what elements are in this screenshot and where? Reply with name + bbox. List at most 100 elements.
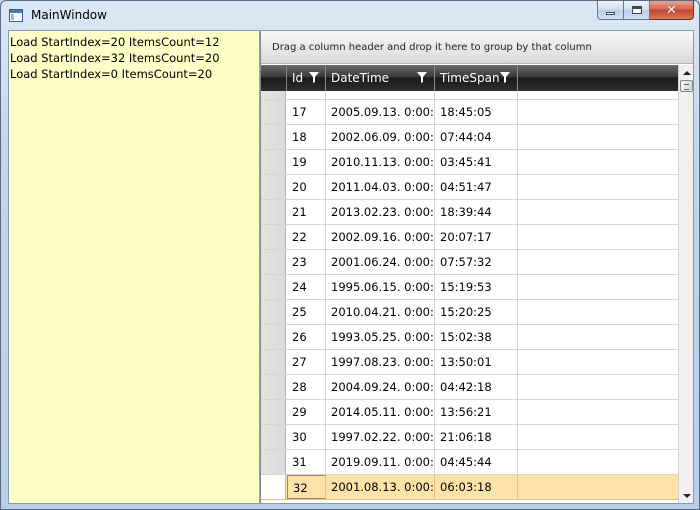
filter-icon[interactable] (309, 72, 319, 83)
row-indicator[interactable] (261, 300, 286, 324)
filter-icon[interactable] (417, 72, 427, 83)
cell-id[interactable]: 19 (287, 150, 326, 174)
scroll-thumb[interactable] (680, 80, 693, 92)
cell-filler[interactable] (518, 325, 678, 349)
cell-timespan[interactable]: 15:20:25 (435, 300, 518, 324)
row-indicator[interactable] (261, 275, 286, 299)
cell-datetime[interactable]: 2010.04.21. 0:00:00 (326, 300, 435, 324)
cell-timespan[interactable]: 15:19:53 (435, 275, 518, 299)
table-row[interactable]: 282004.09.24. 0:00:0004:42:18 (261, 375, 678, 400)
cell-id[interactable]: 17 (287, 100, 326, 124)
row-indicator[interactable] (261, 91, 286, 99)
maximize-button[interactable] (624, 1, 650, 20)
filter-icon[interactable] (500, 72, 510, 83)
table-row-partial[interactable]: 162005.07.11. 0:00:0002:45:12 (261, 91, 678, 100)
cell-timespan[interactable]: 15:02:38 (435, 325, 518, 349)
row-indicator[interactable] (261, 325, 286, 349)
table-row[interactable]: 301997.02.22. 0:00:0021:06:18 (261, 425, 678, 450)
cell-id[interactable]: 29 (287, 400, 326, 424)
cell-id[interactable]: 32 (287, 475, 326, 499)
cell-filler[interactable] (518, 400, 678, 424)
close-button[interactable]: ✕ (650, 1, 694, 20)
row-indicator[interactable] (261, 400, 286, 424)
cell-id[interactable]: 22 (287, 225, 326, 249)
column-header-datetime[interactable]: DateTime (326, 65, 435, 91)
cell-timespan[interactable]: 03:45:41 (435, 150, 518, 174)
cell-datetime[interactable]: 1997.08.23. 0:00:00 (326, 350, 435, 374)
minimize-button[interactable] (597, 1, 624, 20)
cell-id[interactable]: 16 (287, 91, 326, 99)
column-header-id[interactable]: Id (287, 65, 326, 91)
cell-filler[interactable] (518, 125, 678, 149)
cell-datetime[interactable]: 1993.05.25. 0:00:00 (326, 325, 435, 349)
cell-datetime[interactable]: 2004.09.24. 0:00:00 (326, 375, 435, 399)
table-row[interactable]: 241995.06.15. 0:00:0015:19:53 (261, 275, 678, 300)
table-row[interactable]: 232001.06.24. 0:00:0007:57:32 (261, 250, 678, 275)
scroll-down-button[interactable] (679, 488, 694, 503)
cell-filler[interactable] (518, 225, 678, 249)
cell-timespan[interactable]: 21:06:18 (435, 425, 518, 449)
cell-filler[interactable] (518, 91, 678, 99)
cell-id[interactable]: 30 (287, 425, 326, 449)
cell-id[interactable]: 26 (287, 325, 326, 349)
table-row[interactable]: 322001.08.13. 0:00:0006:03:18 (261, 475, 678, 500)
cell-timespan[interactable]: 07:57:32 (435, 250, 518, 274)
table-row[interactable]: 192010.11.13. 0:00:0003:45:41 (261, 150, 678, 175)
cell-filler[interactable] (518, 100, 678, 124)
cell-datetime[interactable]: 2013.02.23. 0:00:00 (326, 200, 435, 224)
cell-id[interactable]: 28 (287, 375, 326, 399)
table-row[interactable]: 222002.09.16. 0:00:0020:07:17 (261, 225, 678, 250)
table-row[interactable]: 172005.09.13. 0:00:0018:45:05 (261, 100, 678, 125)
cell-filler[interactable] (518, 250, 678, 274)
cell-datetime[interactable]: 2005.07.11. 0:00:00 (326, 91, 435, 99)
row-indicator[interactable] (261, 475, 286, 499)
table-row[interactable]: 182002.06.09. 0:00:0007:44:04 (261, 125, 678, 150)
vertical-scrollbar[interactable] (678, 65, 693, 503)
cell-datetime[interactable]: 2002.06.09. 0:00:00 (326, 125, 435, 149)
cell-timespan[interactable]: 06:03:18 (435, 475, 518, 499)
cell-filler[interactable] (518, 275, 678, 299)
cell-id[interactable]: 18 (287, 125, 326, 149)
cell-filler[interactable] (518, 350, 678, 374)
column-header-timespan[interactable]: TimeSpan (435, 65, 518, 91)
row-indicator[interactable] (261, 450, 286, 474)
row-indicator[interactable] (261, 375, 286, 399)
cell-filler[interactable] (518, 475, 678, 499)
cell-timespan[interactable]: 02:45:12 (435, 91, 518, 99)
row-indicator[interactable] (261, 175, 286, 199)
row-indicator[interactable] (261, 425, 286, 449)
cell-datetime[interactable]: 2001.06.24. 0:00:00 (326, 250, 435, 274)
cell-datetime[interactable]: 2005.09.13. 0:00:00 (326, 100, 435, 124)
cell-datetime[interactable]: 2019.09.11. 0:00:00 (326, 450, 435, 474)
cell-filler[interactable] (518, 300, 678, 324)
table-row[interactable]: 252010.04.21. 0:00:0015:20:25 (261, 300, 678, 325)
cell-datetime[interactable]: 1997.02.22. 0:00:00 (326, 425, 435, 449)
cell-timespan[interactable]: 07:44:04 (435, 125, 518, 149)
cell-id[interactable]: 31 (287, 450, 326, 474)
cell-id[interactable]: 27 (287, 350, 326, 374)
cell-filler[interactable] (518, 150, 678, 174)
cell-id[interactable]: 25 (287, 300, 326, 324)
cell-timespan[interactable]: 18:39:44 (435, 200, 518, 224)
table-row[interactable]: 271997.08.23. 0:00:0013:50:01 (261, 350, 678, 375)
cell-timespan[interactable]: 20:07:17 (435, 225, 518, 249)
cell-filler[interactable] (518, 425, 678, 449)
table-row[interactable]: 261993.05.25. 0:00:0015:02:38 (261, 325, 678, 350)
cell-filler[interactable] (518, 375, 678, 399)
group-panel[interactable]: Drag a column header and drop it here to… (261, 31, 693, 64)
row-indicator[interactable] (261, 100, 286, 124)
row-indicator[interactable] (261, 200, 286, 224)
cell-timespan[interactable]: 18:45:05 (435, 100, 518, 124)
cell-id[interactable]: 21 (287, 200, 326, 224)
cell-timespan[interactable]: 13:56:21 (435, 400, 518, 424)
table-row[interactable]: 202011.04.03. 0:00:0004:51:47 (261, 175, 678, 200)
table-row[interactable]: 312019.09.11. 0:00:0004:45:44 (261, 450, 678, 475)
table-row[interactable]: 292014.05.11. 0:00:0013:56:21 (261, 400, 678, 425)
cell-id[interactable]: 20 (287, 175, 326, 199)
cell-timespan[interactable]: 13:50:01 (435, 350, 518, 374)
cell-datetime[interactable]: 1995.06.15. 0:00:00 (326, 275, 435, 299)
cell-timespan[interactable]: 04:51:47 (435, 175, 518, 199)
cell-datetime[interactable]: 2001.08.13. 0:00:00 (326, 475, 435, 499)
cell-datetime[interactable]: 2002.09.16. 0:00:00 (326, 225, 435, 249)
cell-datetime[interactable]: 2010.11.13. 0:00:00 (326, 150, 435, 174)
